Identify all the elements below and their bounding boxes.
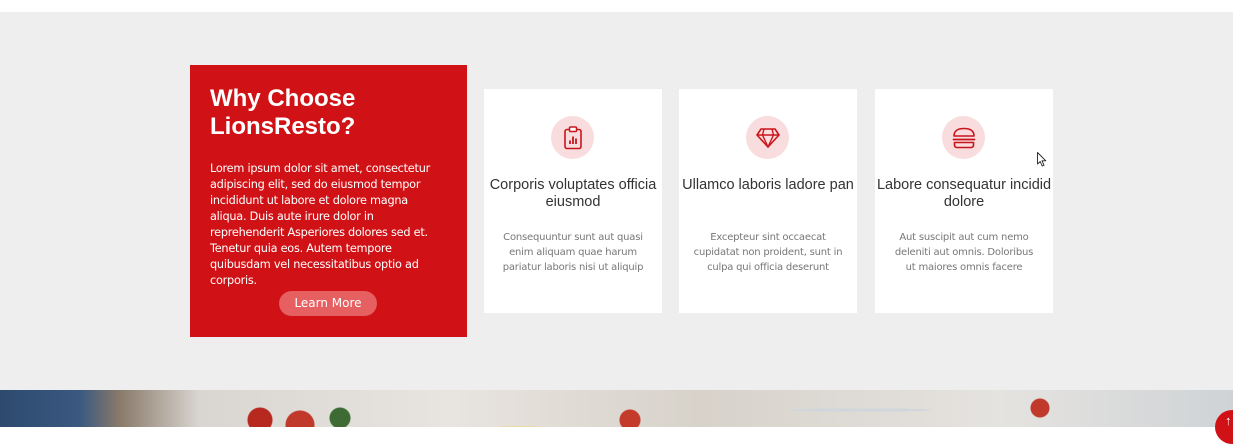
- feature-card-3: Labore consequatur incidid dolore Aut su…: [875, 89, 1053, 313]
- feature-card-text: Aut suscipit aut cum nemo deleniti aut o…: [894, 232, 1034, 273]
- food-background-image: [0, 390, 1233, 427]
- arrow-up-icon: ↑: [1225, 413, 1232, 428]
- feature-card-title: Corporis voluptates officia eiusmod: [489, 177, 657, 210]
- page-top-strip: [0, 0, 1233, 12]
- feature-card-title: Labore consequatur incidid dolore: [876, 177, 1052, 210]
- mouse-pointer-icon: [1037, 152, 1047, 167]
- feature-card-2: Ullamco laboris ladore pan Excepteur sin…: [679, 89, 857, 313]
- feature-card-1: Corporis voluptates officia eiusmod Cons…: [484, 89, 662, 313]
- why-choose-title: Why Choose LionsResto?: [210, 85, 356, 140]
- learn-more-button[interactable]: Learn More: [279, 291, 377, 316]
- box-seam-icon: [942, 116, 985, 159]
- gem-icon: [746, 116, 789, 159]
- feature-card-text: Consequuntur sunt aut quasi enim aliquam…: [502, 232, 644, 273]
- why-choose-box: Why Choose LionsResto? Lorem ipsum dolor…: [190, 65, 467, 337]
- why-choose-text: Lorem ipsum dolor sit amet, consectetur …: [210, 162, 430, 287]
- feature-card-title: Ullamco laboris ladore pan: [682, 177, 854, 193]
- feature-card-text: Excepteur sint occaecat cupidatat non pr…: [693, 232, 843, 273]
- clipboard-data-icon: [551, 116, 594, 159]
